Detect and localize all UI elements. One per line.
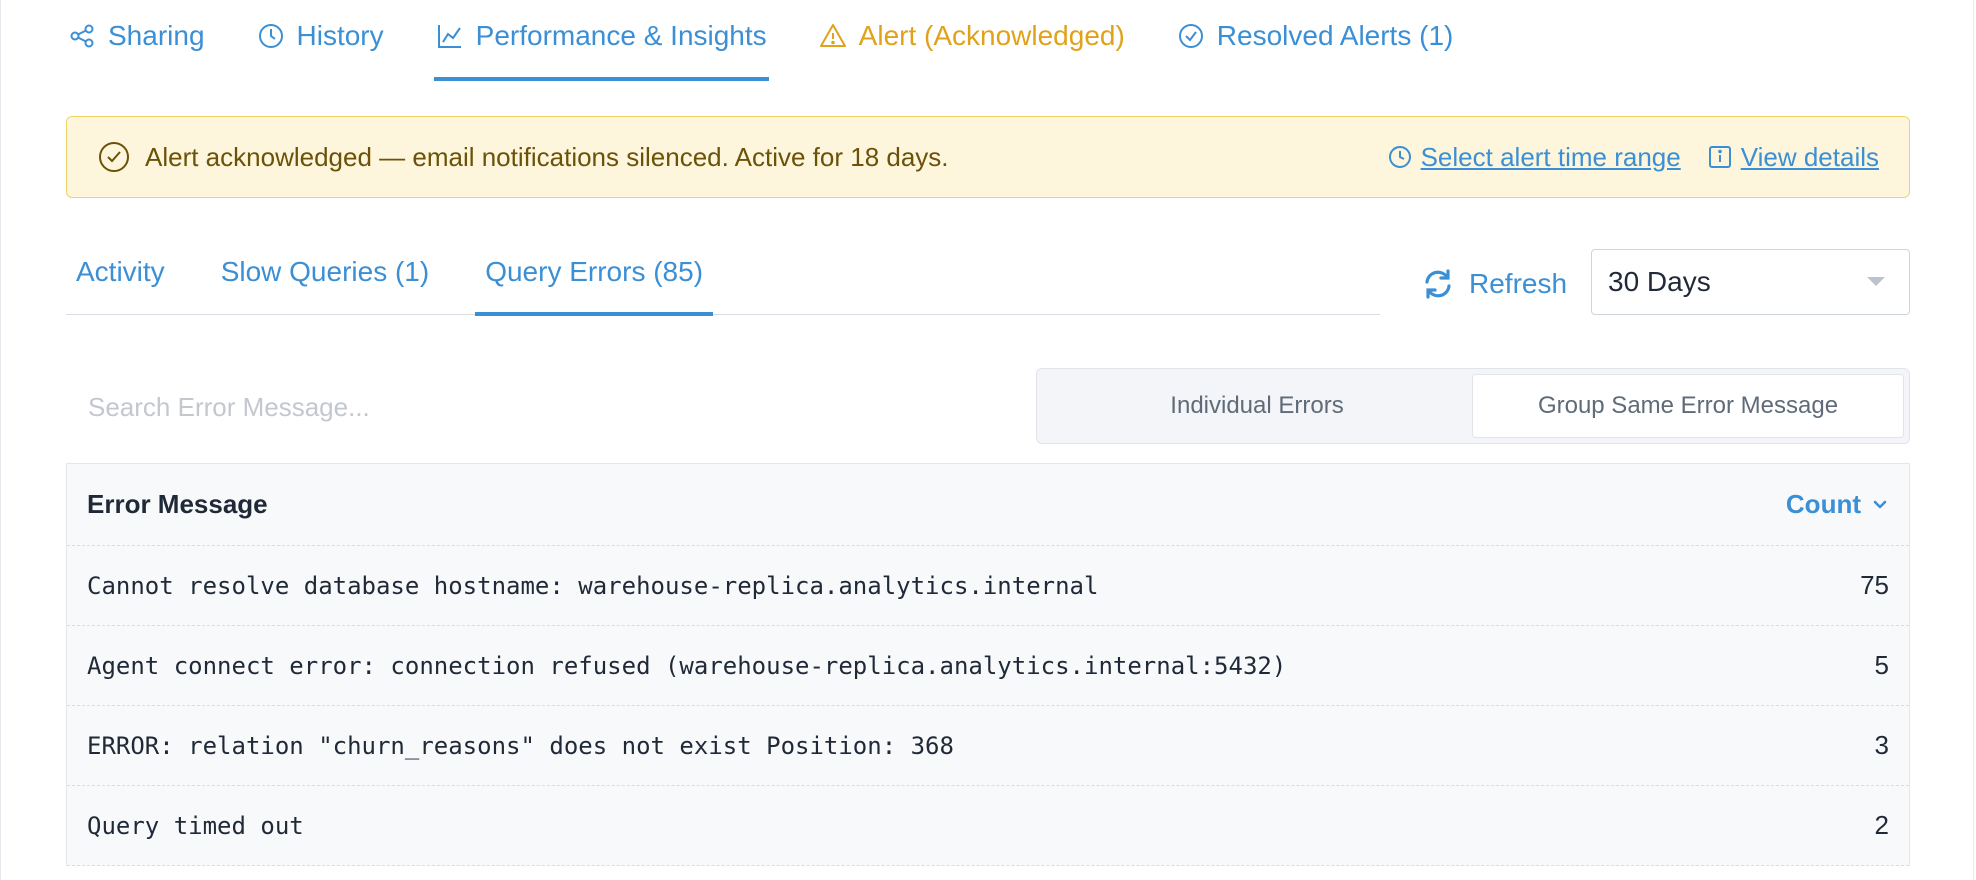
table-header: Error Message Count bbox=[67, 464, 1909, 546]
tab-performance-label: Performance & Insights bbox=[475, 20, 767, 51]
column-header-error-message: Error Message bbox=[87, 489, 268, 519]
view-details-label: View details bbox=[1740, 141, 1879, 172]
table-row[interactable]: Query timed out 2 bbox=[67, 786, 1909, 866]
clock-icon bbox=[1387, 144, 1413, 170]
row-count: 3 bbox=[1874, 730, 1889, 760]
tab-alert-label: Alert (Acknowledged) bbox=[858, 20, 1125, 51]
tab-history[interactable]: History bbox=[255, 0, 386, 72]
info-icon bbox=[1707, 144, 1733, 170]
sub-tabs: Activity Slow Queries (1) Query Errors (… bbox=[66, 244, 1380, 316]
group-same-error-button[interactable]: Group Same Error Message bbox=[1472, 374, 1904, 438]
top-tabs: Sharing History Performance & Insights A… bbox=[66, 0, 1503, 82]
check-circle-icon bbox=[97, 140, 131, 174]
chevron-down-icon bbox=[1867, 277, 1885, 286]
tab-sharing-label: Sharing bbox=[108, 20, 205, 51]
tab-slow-queries[interactable]: Slow Queries (1) bbox=[211, 244, 440, 314]
refresh-label: Refresh bbox=[1469, 268, 1568, 299]
column-header-count[interactable]: Count bbox=[1786, 489, 1889, 520]
check-circle-icon bbox=[1177, 22, 1205, 50]
select-time-range-label: Select alert time range bbox=[1420, 141, 1681, 172]
table-row[interactable]: ERROR: relation "churn_reasons" does not… bbox=[67, 706, 1909, 786]
errors-table: Error Message Count Cannot resolve datab… bbox=[66, 463, 1910, 866]
tab-sharing[interactable]: Sharing bbox=[66, 0, 207, 72]
individual-errors-button[interactable]: Individual Errors bbox=[1042, 374, 1472, 438]
view-details-link[interactable]: View details bbox=[1707, 142, 1879, 173]
column-header-count-label: Count bbox=[1785, 489, 1861, 519]
row-count: 5 bbox=[1874, 650, 1889, 680]
row-error-message: Query timed out bbox=[87, 811, 304, 840]
tab-alert[interactable]: Alert (Acknowledged) bbox=[817, 0, 1127, 72]
banner-message: Alert acknowledged — email notifications… bbox=[145, 141, 949, 172]
row-error-message: ERROR: relation "churn_reasons" does not… bbox=[87, 731, 954, 760]
tab-resolved-label: Resolved Alerts (1) bbox=[1216, 20, 1454, 51]
error-view-toggle: Individual Errors Group Same Error Messa… bbox=[1036, 368, 1910, 444]
row-count: 2 bbox=[1874, 810, 1889, 840]
table-row[interactable]: Cannot resolve database hostname: wareho… bbox=[67, 546, 1909, 626]
search-error-input[interactable] bbox=[66, 378, 1026, 436]
select-time-range-link[interactable]: Select alert time range bbox=[1387, 142, 1681, 173]
line-chart-icon bbox=[436, 22, 464, 50]
chevron-down-icon bbox=[1871, 496, 1889, 514]
warning-icon bbox=[819, 22, 847, 50]
time-range-value: 30 Days bbox=[1608, 266, 1711, 297]
share-icon bbox=[68, 22, 96, 50]
tab-query-errors[interactable]: Query Errors (85) bbox=[475, 244, 713, 316]
page: Sharing History Performance & Insights A… bbox=[0, 0, 1974, 880]
time-range-select[interactable]: 30 Days bbox=[1591, 249, 1910, 315]
refresh-icon bbox=[1421, 267, 1455, 301]
tab-resolved-alerts[interactable]: Resolved Alerts (1) bbox=[1175, 0, 1456, 72]
tab-activity[interactable]: Activity bbox=[66, 244, 175, 314]
refresh-button[interactable]: Refresh bbox=[1421, 264, 1567, 304]
row-error-message: Cannot resolve database hostname: wareho… bbox=[87, 571, 1099, 600]
tab-performance-insights[interactable]: Performance & Insights bbox=[433, 0, 769, 81]
row-error-message: Agent connect error: connection refused … bbox=[87, 651, 1287, 680]
table-row[interactable]: Agent connect error: connection refused … bbox=[67, 626, 1909, 706]
clock-icon bbox=[257, 22, 285, 50]
row-count: 75 bbox=[1860, 570, 1889, 600]
alert-banner: Alert acknowledged — email notifications… bbox=[66, 116, 1910, 198]
tab-history-label: History bbox=[296, 20, 384, 51]
